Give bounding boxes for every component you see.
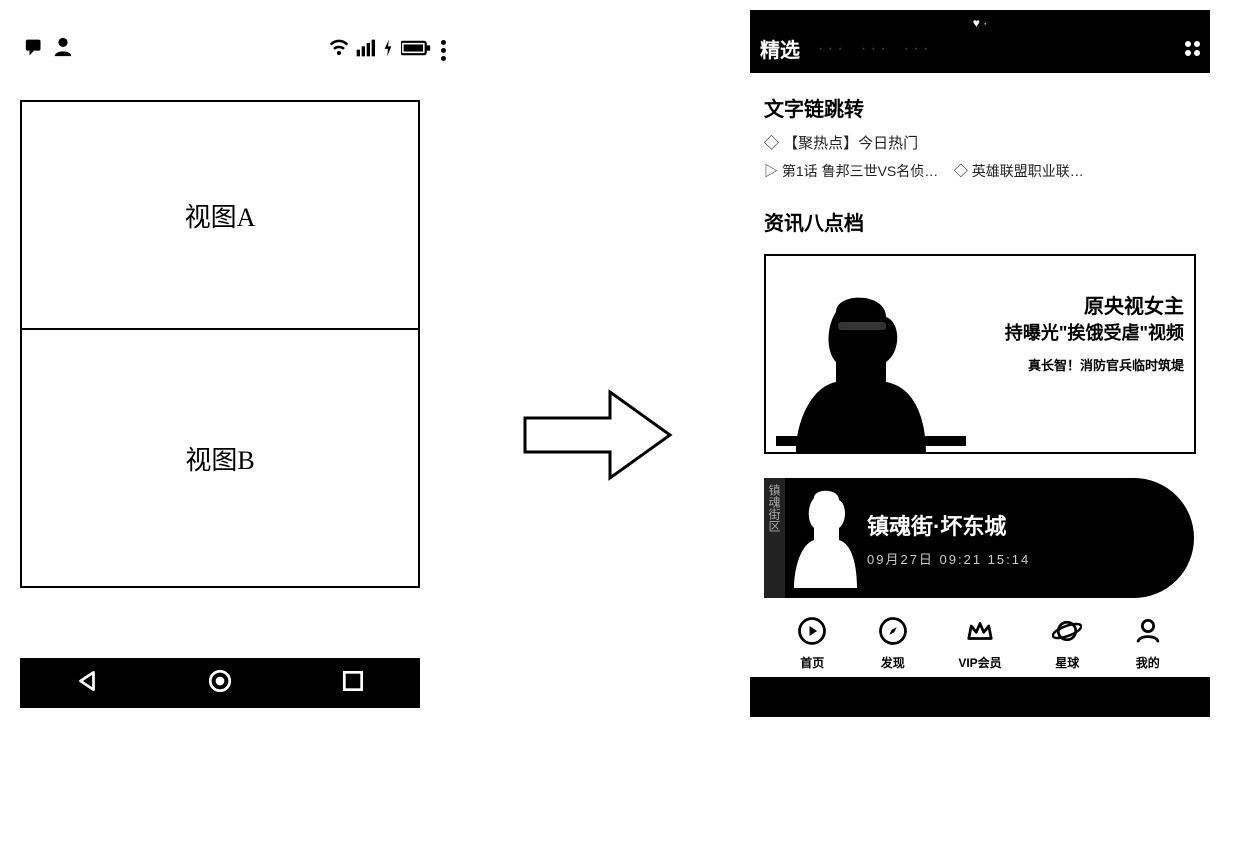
left-phone-mockup: 视图A 视图B	[20, 30, 450, 750]
tab-label: 发现	[881, 654, 905, 671]
tab-placeholder-2[interactable]: · · ·	[861, 40, 886, 58]
card-title-2: 持曝光"挨饿受虐"视频	[964, 319, 1184, 345]
view-a-box: 视图A	[20, 100, 420, 330]
card-title-1: 原央视女主	[964, 290, 1184, 319]
view-b-label: 视图B	[185, 440, 254, 477]
tab-featured[interactable]: 精选	[760, 34, 800, 63]
banner-avatar	[789, 488, 859, 588]
banner-side-label: 镇魂街区	[764, 478, 785, 598]
top-tabs: 精选 · · · · · · · · ·	[760, 34, 1200, 63]
more-vertical-icon[interactable]	[441, 40, 446, 61]
text-link-2b[interactable]: ◇ 英雄联盟职业联…	[954, 163, 1084, 179]
view-b-box: 视图B	[20, 328, 420, 588]
wifi-icon	[329, 38, 349, 63]
bullet-icon: ◇	[954, 163, 972, 179]
planet-icon	[1052, 616, 1082, 651]
user-icon	[52, 36, 74, 64]
text-link-1[interactable]: ◇ 【聚热点】今日热门	[764, 132, 1196, 153]
tab-discover[interactable]: 发现	[878, 616, 908, 671]
crown-icon	[965, 616, 995, 651]
card-subtitle: 真长智！消防官兵临时筑堤	[964, 355, 1184, 374]
status-mini: ♥ ·	[760, 16, 1200, 30]
footer-bar	[750, 677, 1210, 717]
view-a-label: 视图A	[185, 197, 256, 234]
tab-planet[interactable]: 星球	[1052, 616, 1082, 671]
right-arrow	[520, 380, 680, 495]
charge-icon	[381, 38, 395, 63]
promo-banner[interactable]: 镇魂街区 镇魂街·坏东城 09月27日 09:21 15:14	[764, 478, 1194, 598]
status-right	[329, 38, 446, 63]
banner-title: 镇魂街·坏东城	[867, 509, 1194, 541]
banner-subtitle: 09月27日 09:21 15:14	[867, 549, 1194, 568]
tab-home[interactable]: 首页	[797, 616, 827, 671]
message-icon	[24, 36, 46, 64]
heart-icon: ♥ ·	[973, 16, 987, 30]
tab-label: 首页	[800, 654, 824, 671]
card-text: 原央视女主 持曝光"挨饿受虐"视频 真长智！消防官兵临时筑堤	[964, 286, 1184, 388]
main-content: 文字链跳转 ◇ 【聚热点】今日热门 ▷ 第1话 鲁邦三世VS名侦… ◇ 英雄联盟…	[750, 73, 1210, 671]
text-link-2a[interactable]: ▷ 第1话 鲁邦三世VS名侦…	[764, 163, 938, 179]
play-circle-icon	[797, 616, 827, 651]
battery-icon	[401, 39, 431, 62]
triangle-back-icon[interactable]	[74, 668, 100, 699]
tab-label: 星球	[1055, 654, 1079, 671]
tab-me[interactable]: 我的	[1133, 616, 1163, 671]
bullet-icon: ◇	[764, 135, 783, 152]
status-left	[24, 36, 74, 64]
app-header: ♥ · 精选 · · · · · · · · ·	[750, 10, 1210, 73]
android-nav-bar	[20, 658, 420, 708]
circle-home-icon[interactable]	[207, 668, 233, 699]
section-text-links-title: 文字链跳转	[764, 93, 1196, 122]
text-link-row-2: ▷ 第1话 鲁邦三世VS名侦… ◇ 英雄联盟职业联…	[764, 161, 1196, 181]
banner-text: 镇魂街·坏东城 09月27日 09:21 15:14	[867, 509, 1194, 568]
square-recent-icon[interactable]	[340, 668, 366, 699]
card-underline	[776, 436, 966, 446]
signal-icon	[355, 38, 375, 63]
tab-label: 我的	[1136, 654, 1160, 671]
apps-grid-icon[interactable]	[1185, 41, 1200, 56]
tab-placeholder-3[interactable]: · · ·	[904, 40, 929, 58]
status-bar	[20, 30, 450, 70]
tab-placeholder-1[interactable]: · · ·	[818, 40, 843, 58]
tab-label: VIP会员	[958, 654, 1001, 671]
person-icon	[1133, 616, 1163, 651]
card-avatar	[776, 272, 956, 452]
tab-vip[interactable]: VIP会员	[958, 616, 1001, 671]
bullet-icon: ▷	[764, 163, 782, 179]
section-news-title: 资讯八点档	[764, 207, 1196, 236]
compass-icon	[878, 616, 908, 651]
right-phone-mockup: ♥ · 精选 · · · · · · · · · 文字链跳转 ◇ 【聚热点】今日…	[750, 10, 1210, 840]
news-card[interactable]: 原央视女主 持曝光"挨饿受虐"视频 真长智！消防官兵临时筑堤	[764, 254, 1196, 454]
bottom-tab-bar: 首页 发现 VIP会员 星球 我的	[764, 616, 1196, 671]
